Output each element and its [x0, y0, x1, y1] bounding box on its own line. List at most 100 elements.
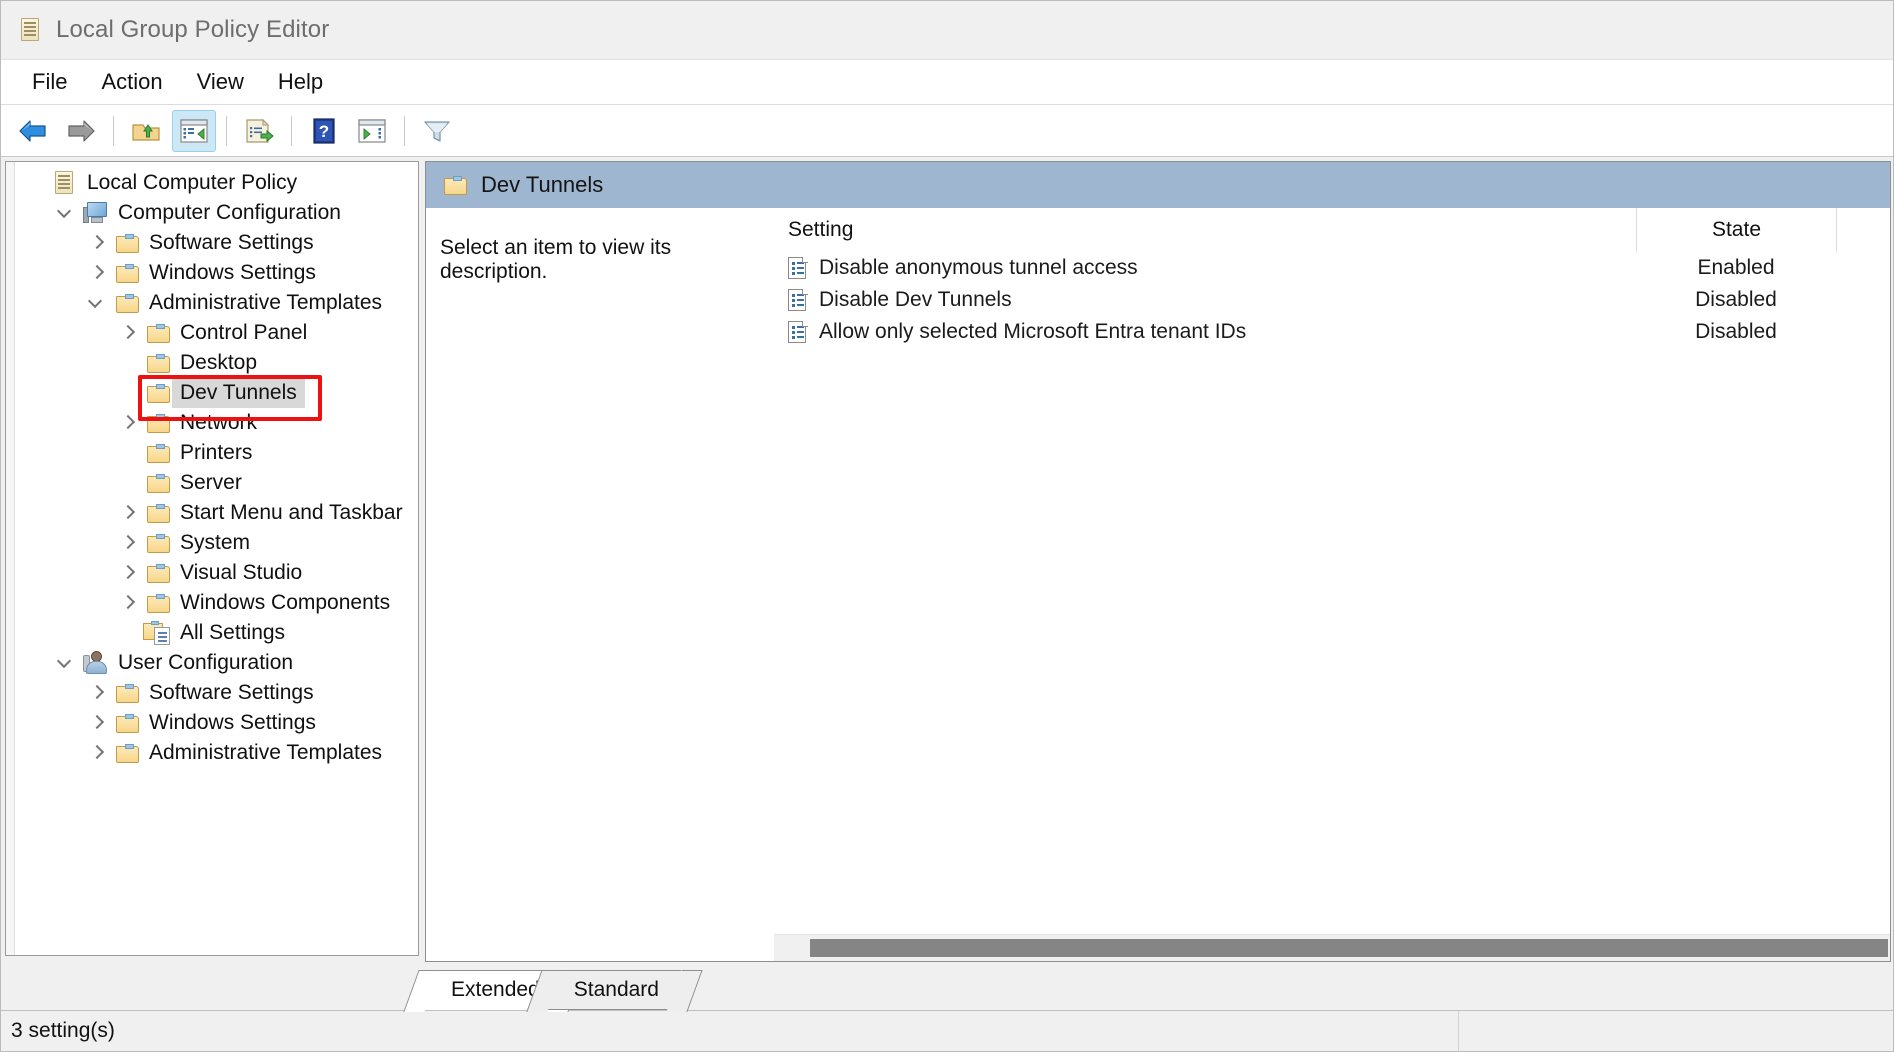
chevron-right-icon — [90, 686, 104, 700]
tree-item-icon — [143, 384, 173, 403]
chevron-down-icon — [59, 206, 73, 220]
tree-expander[interactable] — [113, 566, 143, 580]
setting-name: Disable anonymous tunnel access — [819, 256, 1138, 280]
folder-icon — [116, 234, 139, 253]
tree-item-software-settings[interactable]: Software Settings — [6, 678, 418, 708]
tree-item-icon — [112, 714, 142, 733]
show-hide-action-pane-button[interactable] — [350, 110, 394, 152]
tree-expander[interactable] — [82, 746, 112, 760]
settings-list-view[interactable]: Setting State Disable anonymous tunnel a… — [774, 208, 1890, 961]
menu-view[interactable]: View — [180, 65, 261, 99]
tree-expander[interactable] — [113, 536, 143, 550]
menu-action[interactable]: Action — [84, 65, 179, 99]
chevron-right-icon — [121, 506, 135, 520]
setting-name: Allow only selected Microsoft Entra tena… — [819, 320, 1246, 344]
tree-item-label: Local Computer Policy — [80, 171, 297, 195]
toolbar-separator — [291, 116, 292, 146]
tree-item-label: Software Settings — [142, 231, 314, 255]
tree-expander[interactable] — [113, 596, 143, 610]
table-row[interactable]: Disable Dev TunnelsDisabled — [774, 284, 1890, 316]
tree-item-windows-settings[interactable]: Windows Settings — [6, 258, 418, 288]
tree-expander[interactable] — [113, 506, 143, 520]
tree-expander[interactable] — [82, 716, 112, 730]
all-settings-icon — [143, 621, 173, 645]
folder-icon — [116, 714, 139, 733]
forward-button[interactable] — [59, 110, 103, 152]
tree-item-label: Network — [173, 411, 257, 435]
tree-item-local-computer-policy[interactable]: Local Computer Policy — [6, 168, 418, 198]
tab-standard-label: Standard — [574, 978, 659, 1002]
back-arrow-icon — [18, 118, 48, 144]
tree-item-windows-components[interactable]: Windows Components — [6, 588, 418, 618]
tree-expander[interactable] — [82, 296, 112, 310]
folder-icon — [147, 474, 170, 493]
tree-expander[interactable] — [113, 416, 143, 430]
tree-item-windows-settings[interactable]: Windows Settings — [6, 708, 418, 738]
user-icon — [83, 651, 109, 675]
tree-item-server[interactable]: Server — [6, 468, 418, 498]
tree-item-software-settings[interactable]: Software Settings — [6, 228, 418, 258]
result-pane-title: Dev Tunnels — [481, 172, 603, 198]
tree-item-computer-configuration[interactable]: Computer Configuration — [6, 198, 418, 228]
folder-icon — [147, 534, 170, 553]
tree-item-administrative-templates[interactable]: Administrative Templates — [6, 738, 418, 768]
tree-item-icon — [112, 684, 142, 703]
tree-item-administrative-templates[interactable]: Administrative Templates — [6, 288, 418, 318]
tree-item-all-settings[interactable]: All Settings — [6, 618, 418, 648]
view-tabs: Extended Standard — [425, 962, 1891, 1010]
tree-item-start-menu-and-taskbar[interactable]: Start Menu and Taskbar — [6, 498, 418, 528]
column-header-setting[interactable]: Setting — [774, 218, 1636, 242]
filter-button[interactable] — [415, 110, 459, 152]
tab-standard[interactable]: Standard — [548, 970, 681, 1010]
column-header-tail — [1836, 208, 1890, 252]
tree-item-icon — [143, 594, 173, 613]
status-cell — [1458, 1011, 1893, 1051]
cell-state: Disabled — [1636, 320, 1836, 344]
tree-item-icon — [143, 444, 173, 463]
policy-scroll-icon — [53, 170, 77, 196]
tree-expander[interactable] — [113, 326, 143, 340]
window-title: Local Group Policy Editor — [56, 16, 329, 44]
tree-item-label: Administrative Templates — [142, 741, 382, 765]
back-button[interactable] — [11, 110, 55, 152]
tree-item-control-panel[interactable]: Control Panel — [6, 318, 418, 348]
table-row[interactable]: Allow only selected Microsoft Entra tena… — [774, 316, 1890, 348]
horizontal-scrollbar-thumb[interactable] — [810, 939, 1888, 957]
table-row[interactable]: Disable anonymous tunnel accessEnabled — [774, 252, 1890, 284]
folder-icon — [116, 264, 139, 283]
tree-item-desktop[interactable]: Desktop — [6, 348, 418, 378]
tree-item-user-configuration[interactable]: User Configuration — [6, 648, 418, 678]
menu-file[interactable]: File — [15, 65, 84, 99]
chevron-right-icon — [90, 746, 104, 760]
column-header-state[interactable]: State — [1636, 208, 1836, 252]
tree-item-label: Windows Settings — [142, 711, 316, 735]
setting-name: Disable Dev Tunnels — [819, 288, 1012, 312]
tree-item-visual-studio[interactable]: Visual Studio — [6, 558, 418, 588]
tree-expander[interactable] — [82, 266, 112, 280]
tree-item-dev-tunnels[interactable]: Dev Tunnels — [6, 378, 418, 408]
show-hide-console-tree-icon — [180, 119, 208, 143]
tree-item-label: Server — [173, 471, 242, 495]
folder-icon — [116, 684, 139, 703]
tree-expander[interactable] — [82, 236, 112, 250]
tree-item-network[interactable]: Network — [6, 408, 418, 438]
menu-help[interactable]: Help — [261, 65, 340, 99]
tree-item-icon — [112, 744, 142, 763]
tree-expander[interactable] — [82, 686, 112, 700]
tree-item-label: Computer Configuration — [111, 201, 341, 225]
tree-item-label: Windows Components — [173, 591, 390, 615]
tree-item-printers[interactable]: Printers — [6, 438, 418, 468]
show-hide-console-tree-button[interactable] — [172, 110, 216, 152]
tree-expander[interactable] — [51, 656, 81, 670]
horizontal-scrollbar[interactable] — [774, 934, 1890, 961]
tree-expander[interactable] — [51, 206, 81, 220]
help-button[interactable]: ? — [302, 110, 346, 152]
result-pane-header: Dev Tunnels — [426, 162, 1890, 208]
export-list-button[interactable] — [237, 110, 281, 152]
console-tree[interactable]: Local Computer Policy Computer Configurat… — [6, 162, 418, 955]
tab-extended-label: Extended — [451, 978, 540, 1002]
tree-item-system[interactable]: System — [6, 528, 418, 558]
up-one-level-button[interactable] — [124, 110, 168, 152]
export-list-icon — [244, 118, 274, 144]
chevron-down-icon — [59, 656, 73, 670]
